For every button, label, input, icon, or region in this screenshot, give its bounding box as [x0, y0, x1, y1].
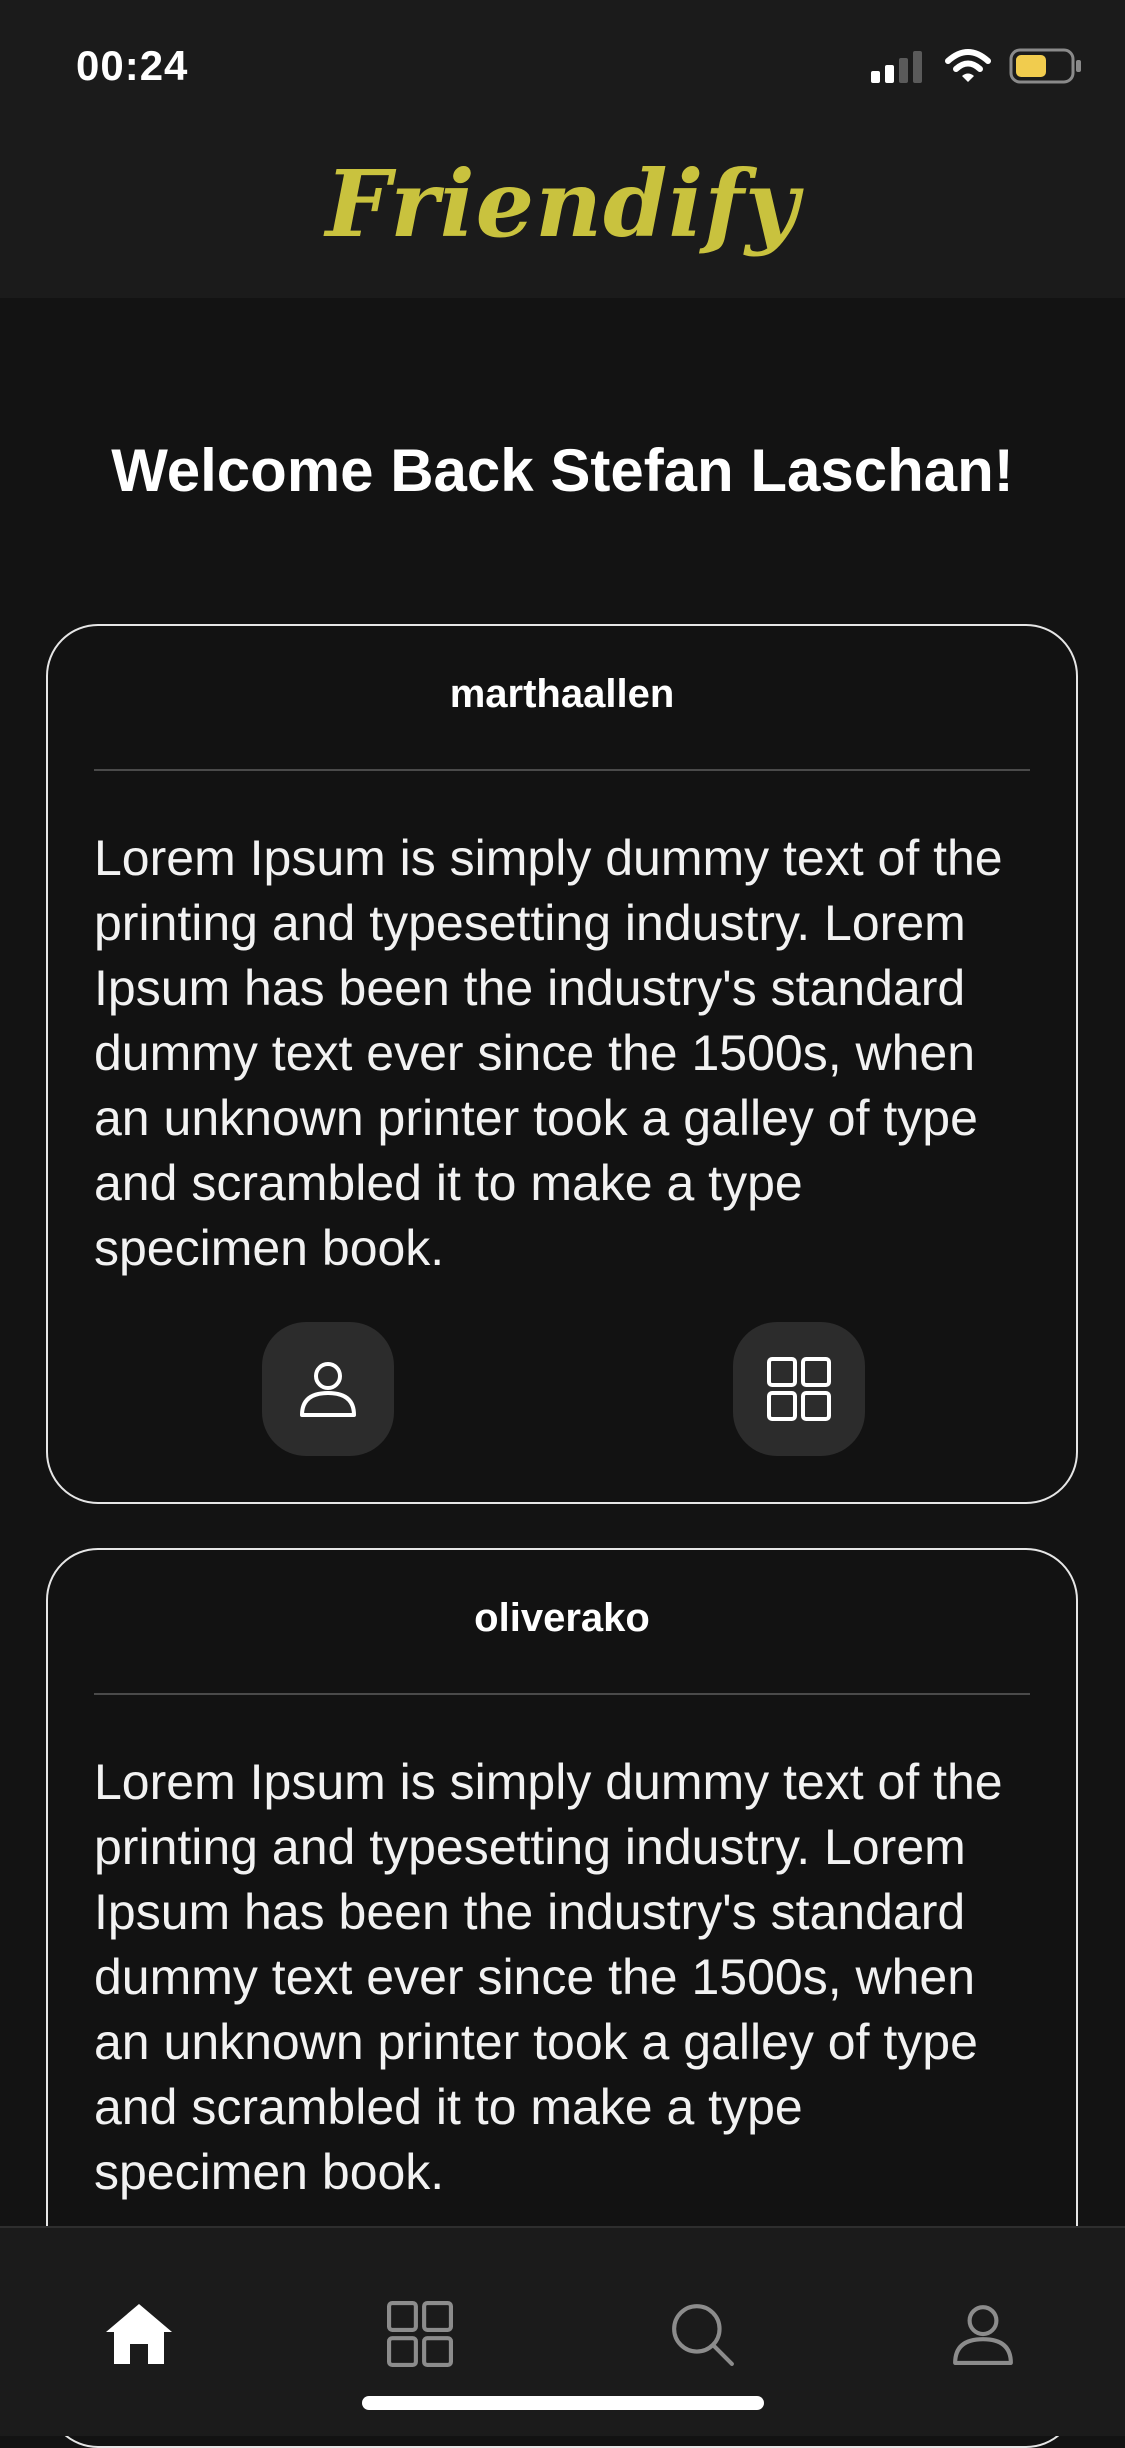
- tab-profile[interactable]: [933, 2284, 1033, 2384]
- tab-feed[interactable]: [370, 2284, 470, 2384]
- home-icon: [106, 2304, 172, 2364]
- view-profile-button[interactable]: [262, 1322, 394, 1456]
- status-icons: [871, 48, 1083, 84]
- tab-search[interactable]: [652, 2284, 752, 2384]
- post-text: Lorem Ipsum is simply dummy text of the …: [94, 1754, 1003, 2200]
- cellular-signal-icon: [871, 51, 922, 83]
- post-card: marthaallen Lorem Ipsum is simply dummy …: [46, 624, 1078, 1504]
- post-text: Lorem Ipsum is simply dummy text of the …: [94, 830, 1003, 1276]
- search-icon: [672, 2304, 734, 2366]
- welcome-heading: Welcome Back Stefan Laschan!: [111, 437, 1014, 504]
- post-username[interactable]: marthaallen: [48, 672, 1076, 717]
- wifi-icon: [945, 49, 991, 82]
- person-icon: [953, 2305, 1013, 2365]
- tab-home[interactable]: [89, 2284, 189, 2384]
- app-logo: Friendify: [325, 150, 800, 258]
- view-posts-button[interactable]: [733, 1322, 865, 1456]
- grid-icon: [387, 2301, 453, 2367]
- divider: [94, 769, 1030, 771]
- person-icon: [300, 1362, 356, 1417]
- home-indicator: [362, 2396, 764, 2410]
- status-time: 00:24: [76, 42, 189, 89]
- post-username[interactable]: oliverako: [48, 1596, 1076, 1641]
- top-bar: 00:24 Friendify: [0, 0, 1125, 298]
- battery-icon: [1009, 48, 1081, 84]
- grid-icon: [767, 1357, 831, 1421]
- divider: [94, 1693, 1030, 1695]
